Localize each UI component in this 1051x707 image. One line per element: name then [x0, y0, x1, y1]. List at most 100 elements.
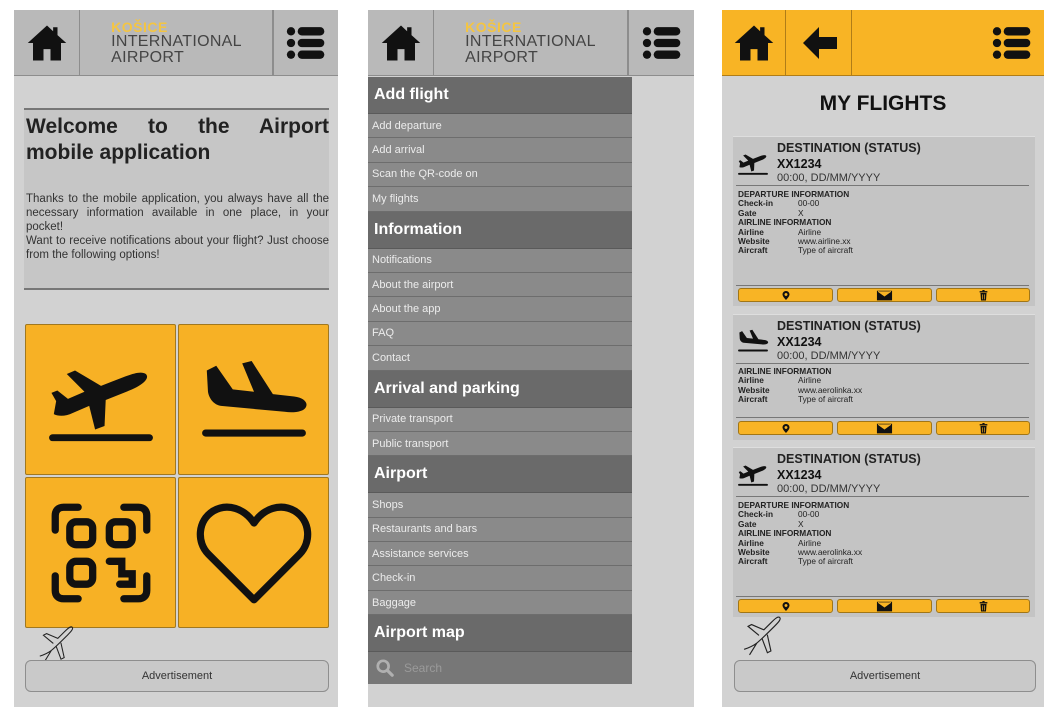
scan-qr-tile[interactable]: [25, 477, 176, 628]
notify-button[interactable]: [837, 288, 932, 302]
add-arrival-tile[interactable]: [178, 324, 329, 475]
airport-logo: KOŠICE INTERNATIONAL AIRPORT: [434, 10, 628, 76]
menu-item-shops[interactable]: Shops: [368, 493, 632, 518]
plane-doodle-icon: [34, 624, 80, 664]
plane-doodle-icon: [740, 614, 786, 658]
aircraft-label: Aircraft: [738, 394, 768, 405]
card-actions: [738, 599, 1030, 613]
location-pin-icon: [781, 601, 791, 612]
option-tiles: [25, 324, 329, 628]
advertisement-banner[interactable]: Advertisement: [25, 660, 329, 692]
search-bar: [368, 652, 632, 685]
menu-button[interactable]: [980, 10, 1044, 76]
map-button[interactable]: [738, 288, 833, 302]
location-pin-icon: [781, 290, 791, 301]
page-title: MY FLIGHTS: [819, 92, 947, 115]
aircraft-value: Type of aircraft: [798, 556, 853, 567]
home-icon: [380, 22, 422, 64]
trash-icon: [979, 423, 988, 434]
search-icon: [376, 659, 394, 677]
aircraft-label: Aircraft: [738, 245, 768, 256]
menu-item-contact[interactable]: Contact: [368, 346, 632, 371]
menu-item-add-departure[interactable]: Add departure: [368, 114, 632, 139]
map-button[interactable]: [738, 599, 833, 613]
notify-button[interactable]: [837, 599, 932, 613]
divider: [736, 185, 1029, 186]
flight-details: DEPARTURE INFORMATION Check-in 00-00 Gate…: [738, 500, 862, 567]
menu-item-notifications[interactable]: Notifications: [368, 248, 632, 273]
menu-item-private-transport[interactable]: Private transport: [368, 407, 632, 432]
map-button[interactable]: [738, 421, 833, 435]
logo-line-1: KOŠICE: [465, 19, 522, 35]
menu-button[interactable]: [272, 10, 338, 76]
mail-icon: [876, 601, 893, 612]
notify-button[interactable]: [837, 421, 932, 435]
menu-section-airport[interactable]: Airport: [368, 456, 632, 494]
logo-line-3: AIRPORT: [465, 49, 539, 66]
home-button[interactable]: [722, 10, 786, 76]
home-screen: KOŠICE INTERNATIONAL AIRPORT Welcome to …: [14, 10, 338, 707]
menu-item-about-airport[interactable]: About the airport: [368, 272, 632, 298]
aircraft-value: Type of aircraft: [798, 394, 853, 405]
flight-card[interactable]: DESTINATION (STATUS) XX1234 00:00, DD/MM…: [733, 136, 1035, 306]
advertisement-banner[interactable]: Advertisement: [734, 660, 1036, 692]
home-icon: [733, 22, 775, 64]
menu-item-restaurants[interactable]: Restaurants and bars: [368, 517, 632, 543]
card-actions: [738, 421, 1030, 435]
flight-card[interactable]: DESTINATION (STATUS) XX1234 00:00, DD/MM…: [733, 314, 1035, 440]
menu-section-information[interactable]: Information: [368, 211, 632, 249]
menu-item-faq[interactable]: FAQ: [368, 321, 632, 347]
add-departure-tile[interactable]: [25, 324, 176, 475]
menu-item-my-flights[interactable]: My flights: [368, 187, 632, 212]
my-flights-screen: MY FLIGHTS DESTINATION (STATUS) XX1234 0…: [722, 10, 1044, 707]
qr-code-icon: [49, 501, 153, 605]
my-flights-tile[interactable]: [178, 477, 329, 628]
menu-item-public-transport[interactable]: Public transport: [368, 431, 632, 457]
divider: [736, 496, 1029, 497]
menu-section-arrival-parking[interactable]: Arrival and parking: [368, 370, 632, 408]
search-input[interactable]: [404, 661, 584, 676]
flight-code: XX1234: [777, 335, 822, 349]
flight-card[interactable]: DESTINATION (STATUS) XX1234 00:00, DD/MM…: [733, 447, 1035, 617]
welcome-body-1: Thanks to the mobile application, you al…: [26, 193, 329, 233]
airport-logo: KOŠICE INTERNATIONAL AIRPORT: [80, 10, 274, 76]
departure-icon: [736, 151, 770, 175]
flight-code: XX1234: [777, 468, 822, 482]
home-button[interactable]: [368, 10, 434, 76]
location-pin-icon: [781, 423, 791, 434]
menu-button[interactable]: [628, 10, 694, 76]
logo-line-2: INTERNATIONAL: [111, 33, 242, 50]
delete-button[interactable]: [936, 599, 1030, 613]
menu-item-add-arrival[interactable]: Add arrival: [368, 138, 632, 163]
divider: [736, 363, 1029, 364]
departure-icon: [42, 358, 160, 442]
divider: [736, 596, 1029, 597]
heart-icon: [194, 499, 314, 607]
mail-icon: [876, 423, 893, 434]
flight-time: 00:00, DD/MM/YYYY: [777, 483, 881, 495]
menu-section-airport-map[interactable]: Airport map: [368, 615, 632, 653]
arrival-icon: [195, 358, 313, 442]
menu-item-scan-qr[interactable]: Scan the QR-code on: [368, 162, 632, 188]
delete-button[interactable]: [936, 288, 1030, 302]
welcome-body-2: Want to receive notifications about your…: [26, 235, 329, 261]
flight-destination: DESTINATION (STATUS): [777, 452, 921, 466]
menu-item-check-in[interactable]: Check-in: [368, 566, 632, 591]
aircraft-value: Type of aircraft: [798, 245, 853, 256]
menu-item-assistance[interactable]: Assistance services: [368, 542, 632, 567]
menu-icon: [992, 26, 1032, 60]
menu-screen: KOŠICE INTERNATIONAL AIRPORT Add flight …: [368, 10, 694, 707]
logo-line-3: AIRPORT: [111, 49, 185, 66]
delete-button[interactable]: [936, 421, 1030, 435]
welcome-panel: Welcome to the Airport mobile applicatio…: [24, 108, 329, 290]
header: KOŠICE INTERNATIONAL AIRPORT: [14, 10, 338, 76]
aircraft-label: Aircraft: [738, 556, 768, 567]
menu-item-about-app[interactable]: About the app: [368, 297, 632, 322]
welcome-title: Welcome to the Airport mobile applicatio…: [26, 115, 329, 164]
menu-section-add-flight[interactable]: Add flight: [368, 77, 632, 114]
home-button[interactable]: [14, 10, 80, 76]
menu-item-baggage[interactable]: Baggage: [368, 590, 632, 616]
back-button[interactable]: [786, 10, 852, 76]
flight-time: 00:00, DD/MM/YYYY: [777, 172, 881, 184]
card-actions: [738, 288, 1030, 302]
